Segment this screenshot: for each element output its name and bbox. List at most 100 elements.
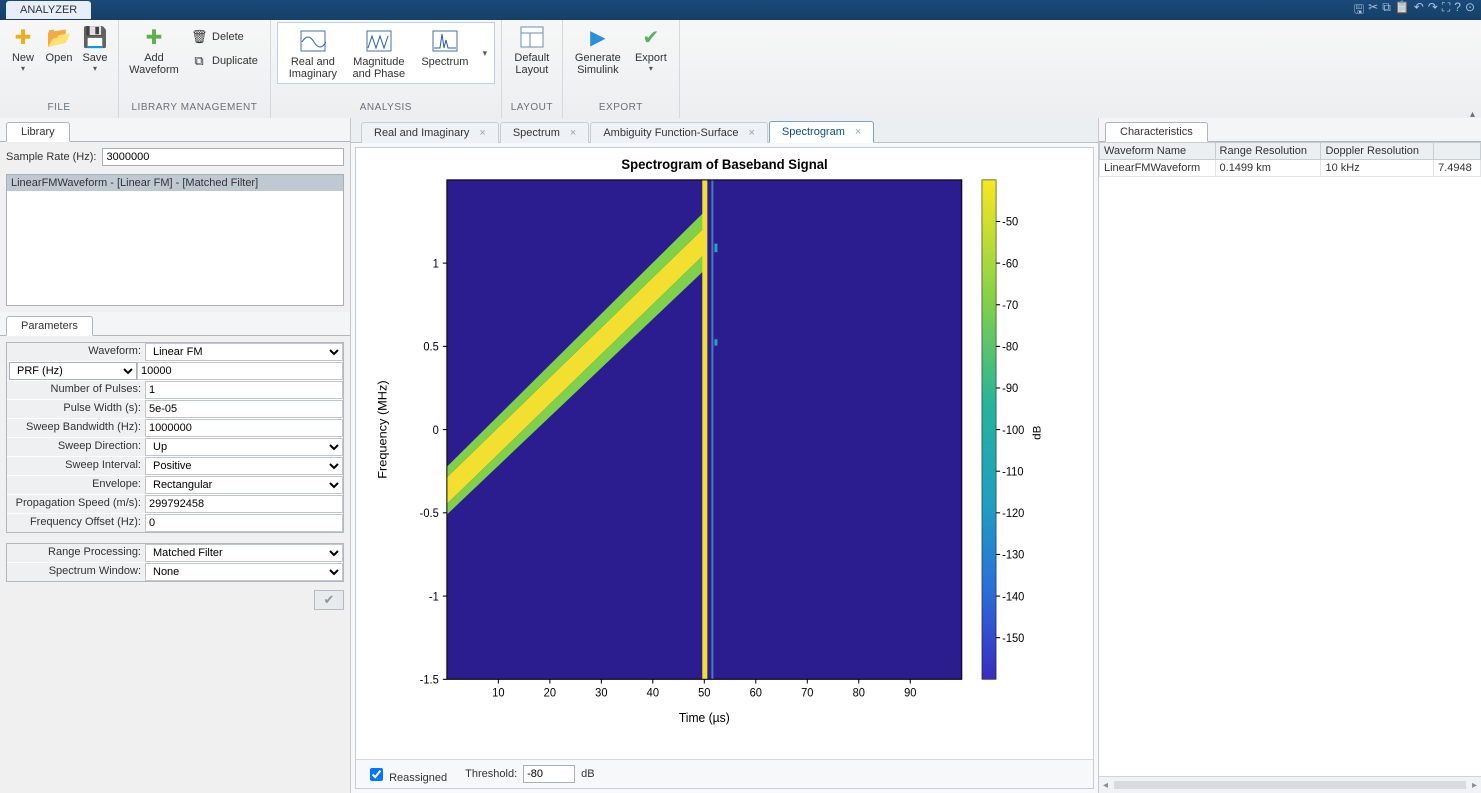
app-tab[interactable]: ANALYZER [6,1,91,19]
default-layout-button[interactable]: Default Layout [508,22,556,76]
svg-text:-1: -1 [429,591,439,603]
library-tab[interactable]: Library [6,122,70,142]
cut-icon[interactable]: ✂ [1368,0,1378,21]
svg-text:-120: -120 [1002,508,1024,520]
dropdown-icon: ▾ [93,64,97,73]
param-label: Frequency Offset (Hz): [7,514,145,532]
svg-text:0: 0 [433,425,439,437]
svg-text:-0.5: -0.5 [420,508,439,520]
new-button[interactable]: ✚ New ▾ [6,22,40,73]
param-select[interactable]: None [145,563,343,581]
titlebar-icon-group: 🖫 ✂ ⧉ 📋 ↶ ↷ ⛶ ? ⊙ [1354,0,1481,21]
more-icon[interactable]: ⊙ [1465,0,1475,21]
param-label: Sweep Bandwidth (Hz): [7,419,145,437]
redo-icon[interactable]: ↷ [1428,0,1438,21]
restore-icon[interactable]: ⛶ [1442,0,1450,21]
param-input[interactable] [145,419,343,437]
plot-footer: Reassigned Threshold: dB [356,759,1093,788]
library-panel: Sample Rate (Hz): LinearFMWaveform - [Li… [0,142,350,312]
close-tab-icon[interactable]: × [748,127,754,139]
svg-text:-70: -70 [1002,300,1018,312]
check-icon: ✔ [324,592,335,608]
paste-icon[interactable]: 📋 [1395,0,1410,21]
right-pane: Characteristics Waveform NameRange Resol… [1098,118,1481,793]
table-row[interactable]: LinearFMWaveform0.1499 km10 kHz7.4948 [1100,160,1481,177]
reassigned-checkbox-label[interactable]: Reassigned [366,765,447,784]
param-input[interactable] [145,400,343,418]
duplicate-icon: ⧉ [191,53,207,69]
spectrogram-plot[interactable]: Spectrogram of Baseband Signal [356,148,1093,759]
waveform-list-item[interactable]: LinearFMWaveform - [Linear FM] - [Matche… [7,175,343,191]
svg-text:-130: -130 [1002,549,1024,561]
param-select[interactable]: Up [145,438,343,456]
document-tabs: Real and Imaginary×Spectrum×Ambiguity Fu… [351,118,1098,143]
document-tab[interactable]: Spectrogram× [769,121,874,143]
param-input[interactable] [145,514,343,532]
open-button[interactable]: 📂 Open [42,22,76,64]
undo-icon[interactable]: ↶ [1414,0,1424,21]
help-icon[interactable]: ? [1454,0,1461,21]
document-tab[interactable]: Spectrum× [500,122,590,143]
svg-text:0.5: 0.5 [423,341,438,353]
param-select[interactable]: Linear FM [145,343,343,361]
table-header[interactable]: Doppler Resolution [1321,143,1434,160]
document-tab[interactable]: Real and Imaginary× [361,122,499,143]
svg-text:50: 50 [698,687,710,699]
magnitude-phase-button[interactable]: Magnitude and Phase [346,26,412,80]
open-icon: 📂 [46,24,72,50]
save-button[interactable]: 💾 Save ▾ [78,22,112,73]
close-tab-icon[interactable]: × [479,127,485,139]
param-label: Sweep Direction: [7,438,145,456]
threshold-input[interactable] [523,765,575,783]
param-select[interactable]: Positive [145,457,343,475]
layout-icon [519,24,545,50]
horizontal-scrollbar[interactable]: ◂▸ [1099,776,1481,793]
real-imaginary-button[interactable]: Real and Imaginary [280,26,346,80]
generate-simulink-button[interactable]: ▶ Generate Simulink [569,22,627,76]
spectrum-button[interactable]: Spectrum [412,26,478,80]
save-icon: 💾 [82,24,108,50]
ribbon-group-analysis: Real and Imaginary Magnitude and Phase S… [271,20,502,118]
parameters-tab[interactable]: Parameters [6,316,93,336]
param-label: Propagation Speed (m/s): [7,495,145,513]
characteristics-tab[interactable]: Characteristics [1105,122,1208,142]
svg-text:-140: -140 [1002,591,1024,603]
param-input[interactable] [145,381,343,399]
copy-icon[interactable]: ⧉ [1382,0,1391,21]
table-header[interactable]: Waveform Name [1100,143,1216,160]
dropdown-icon: ▾ [21,64,25,73]
parameters-panel: Waveform:Linear FMPRF (Hz)Number of Puls… [0,336,350,616]
analysis-dropdown[interactable]: ▾ [478,26,492,80]
close-tab-icon[interactable]: × [855,126,861,138]
mag-phase-icon [366,28,392,54]
save-icon[interactable]: 🖫 [1354,0,1364,21]
document-tab[interactable]: Ambiguity Function-Surface× [590,122,768,143]
param-select[interactable]: Matched Filter [145,544,343,562]
new-icon: ✚ [10,24,36,50]
svg-text:-90: -90 [1002,383,1018,395]
duplicate-button[interactable]: ⧉Duplicate [185,50,264,72]
waveform-list[interactable]: LinearFMWaveform - [Linear FM] - [Matche… [6,174,344,306]
title-bar: ANALYZER 🖫 ✂ ⧉ 📋 ↶ ↷ ⛶ ? ⊙ [0,0,1481,20]
delete-button[interactable]: 🗑Delete [185,26,264,48]
svg-text:Time (µs): Time (µs) [679,711,730,725]
add-waveform-button[interactable]: ✚ Add Waveform [125,22,183,76]
svg-text:10: 10 [492,687,504,699]
apply-button[interactable]: ✔ [314,590,344,610]
param-label: Pulse Width (s): [7,400,145,418]
sample-rate-input[interactable] [102,148,344,166]
reassigned-checkbox[interactable] [370,768,383,781]
table-header[interactable] [1434,143,1481,160]
svg-text:-150: -150 [1002,633,1024,645]
svg-text:70: 70 [801,687,813,699]
table-header[interactable]: Range Resolution [1215,143,1321,160]
close-tab-icon[interactable]: × [570,127,576,139]
spectrogram-svg: Spectrogram of Baseband Signal [356,148,1093,759]
param-select[interactable]: PRF (Hz) [9,362,137,380]
param-input[interactable] [137,362,343,380]
svg-text:Spectrogram of Baseband Signal: Spectrogram of Baseband Signal [621,157,827,172]
param-select[interactable]: Rectangular [145,476,343,494]
export-button[interactable]: ✔ Export ▾ [629,22,673,73]
threshold-label: Threshold: [465,768,517,780]
param-input[interactable] [145,495,343,513]
